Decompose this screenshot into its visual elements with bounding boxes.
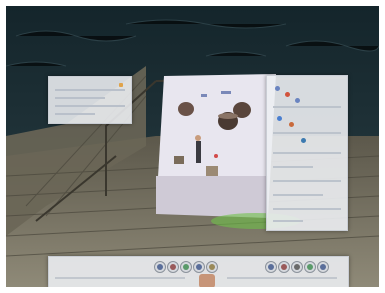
menu-icon[interactable] (317, 261, 329, 273)
game-viewport[interactable] (6, 6, 379, 287)
crate (174, 156, 184, 164)
panel-line (55, 105, 125, 107)
info-panel[interactable] (48, 76, 132, 124)
panel-line (55, 113, 95, 115)
status-icon (295, 98, 300, 103)
panel-line (273, 152, 341, 154)
ship-icon[interactable] (193, 261, 205, 273)
status-icon (289, 122, 294, 127)
bottom-toolbar[interactable] (48, 256, 349, 287)
toolbar-track (227, 277, 337, 279)
status-icon (301, 138, 306, 143)
status-icon (277, 116, 282, 121)
status-icon (275, 86, 280, 91)
panel-line (273, 208, 341, 210)
panel-marker-icon (119, 83, 123, 87)
people-icon[interactable] (167, 261, 179, 273)
map-icon[interactable] (206, 261, 218, 273)
panel-line (55, 89, 125, 91)
panel-line (273, 166, 313, 168)
options-icon[interactable] (291, 261, 303, 273)
speed-icon[interactable] (304, 261, 316, 273)
building-wall (156, 176, 268, 218)
goods-icon[interactable] (180, 261, 192, 273)
character-portrait[interactable] (199, 274, 215, 287)
panel-line (273, 180, 341, 182)
panel-line (273, 194, 323, 196)
panel-line (273, 220, 303, 222)
flag-icon[interactable] (278, 261, 290, 273)
crate (206, 166, 218, 176)
details-panel[interactable] (266, 75, 348, 231)
toolbar-track (55, 277, 185, 279)
panel-line (273, 106, 341, 108)
trade-icon[interactable] (265, 261, 277, 273)
build-icon[interactable] (154, 261, 166, 273)
status-icon (285, 92, 290, 97)
panel-line (273, 132, 341, 134)
panel-line (55, 97, 105, 99)
